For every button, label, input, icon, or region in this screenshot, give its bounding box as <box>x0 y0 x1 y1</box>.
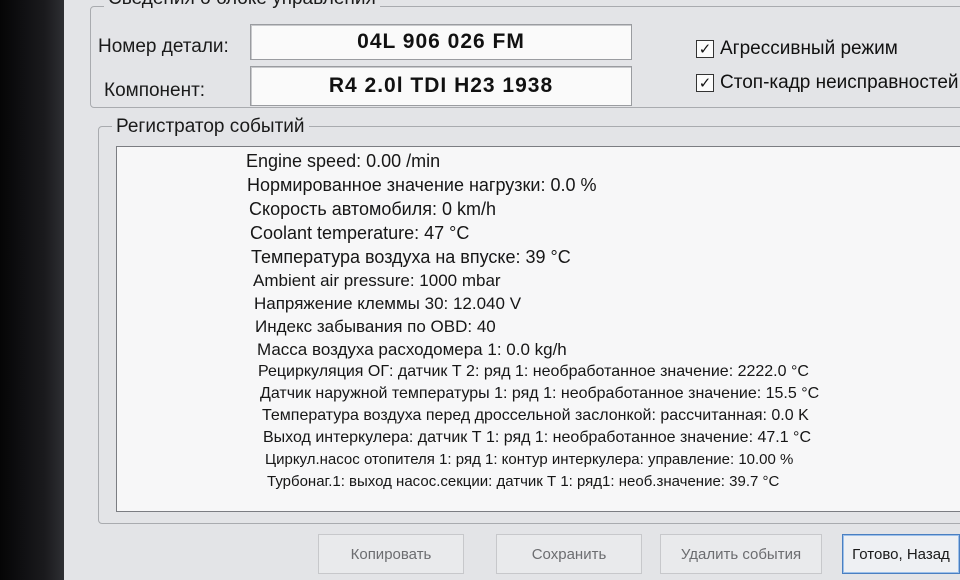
freeze-frame-checkbox[interactable]: ✓ Стоп-кадр неисправностей <box>696 72 959 94</box>
delete-events-button[interactable]: Удалить события <box>660 534 822 574</box>
monitor-bezel <box>0 0 64 580</box>
event-line: Нормированное значение нагрузки: 0.0 % <box>247 175 597 195</box>
event-line: Циркул.насос отопителя 1: ряд 1: контур … <box>265 451 794 468</box>
freeze-frame-label: Стоп-кадр неисправностей <box>720 72 959 93</box>
aggressive-mode-checkbox[interactable]: ✓ Агрессивный режим <box>696 38 898 60</box>
event-line: Турбонаг.1: выход насос.секции: датчик Т… <box>267 473 780 490</box>
event-line: Датчик наружной температуры 1: ряд 1: не… <box>260 385 820 402</box>
component-field[interactable]: R4 2.0l TDI H23 1938 <box>250 66 632 106</box>
screen: Сведения о блоке управления Номер детали… <box>0 0 960 580</box>
event-line: Выход интеркулера: датчик Т 1: ряд 1: не… <box>263 429 811 446</box>
aggressive-mode-label: Агрессивный режим <box>720 38 898 59</box>
event-line: Масса воздуха расходомера 1: 0.0 kg/h <box>257 340 567 359</box>
event-line: Напряжение клеммы 30: 12.040 V <box>254 294 522 313</box>
button-bar: Копировать Сохранить Удалить события Гот… <box>64 528 960 580</box>
checkbox-check-icon: ✓ <box>696 40 714 58</box>
component-label: Компонент: <box>104 80 206 101</box>
control-unit-window: Сведения о блоке управления Номер детали… <box>64 0 960 580</box>
copy-button[interactable]: Копировать <box>318 534 464 574</box>
event-line: Скорость автомобиля: 0 km/h <box>249 199 496 219</box>
event-line: Индекс забывания по OBD: 40 <box>255 317 496 336</box>
part-number-field[interactable]: 04L 906 026 FM <box>250 24 632 60</box>
event-line: Температура воздуха перед дроссельной за… <box>262 407 809 424</box>
event-line: Coolant temperature: 47 °C <box>250 223 470 243</box>
event-list[interactable]: Engine speed: 0.00 /min Нормированное зн… <box>116 146 960 512</box>
part-number-label: Номер детали: <box>98 36 229 57</box>
event-line: Engine speed: 0.00 /min <box>246 151 441 171</box>
checkbox-check-icon: ✓ <box>696 74 714 92</box>
done-back-button[interactable]: Готово, Назад <box>842 534 960 574</box>
save-button[interactable]: Сохранить <box>496 534 642 574</box>
event-recorder-title: Регистратор событий <box>112 116 309 138</box>
group-title: Сведения о блоке управления <box>104 0 380 10</box>
event-line: Рециркуляция ОГ: датчик Т 2: ряд 1: необ… <box>258 363 809 380</box>
event-line: Температура воздуха на впуске: 39 °C <box>251 247 571 267</box>
event-line: Ambient air pressure: 1000 mbar <box>253 271 501 290</box>
